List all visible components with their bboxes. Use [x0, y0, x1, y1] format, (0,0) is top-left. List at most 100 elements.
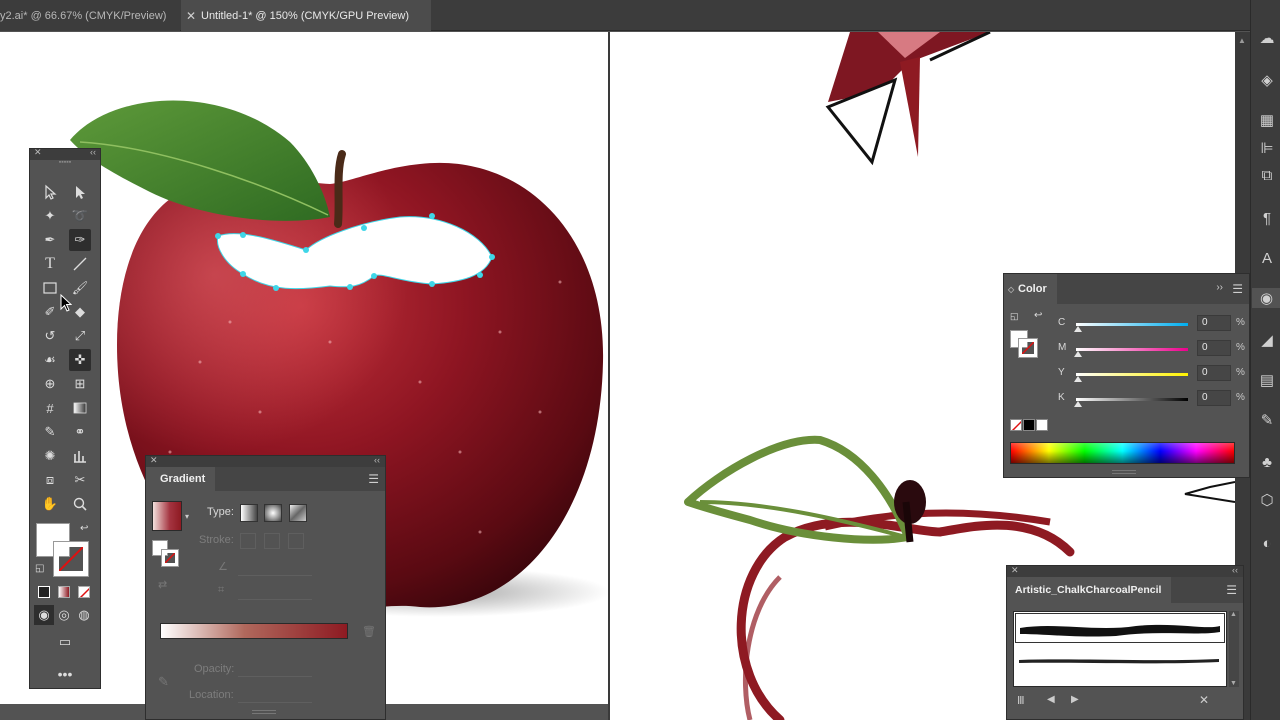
type-tool-icon[interactable]: T: [39, 253, 61, 275]
panel-menu-icon[interactable]: ☰: [368, 472, 379, 486]
chevron-down-icon[interactable]: ▼: [1230, 680, 1237, 687]
collapse-icon[interactable]: ‹‹: [1232, 565, 1238, 575]
edit-toolbar-icon[interactable]: •••: [54, 663, 76, 685]
mesh-tool-icon[interactable]: #: [39, 397, 61, 419]
symbols-icon[interactable]: ♣: [1257, 452, 1277, 472]
gradient-ramp[interactable]: [160, 623, 348, 639]
rotate-tool-icon[interactable]: ↺: [39, 325, 61, 347]
linear-gradient-button[interactable]: [240, 504, 258, 522]
perspective-grid-tool-icon[interactable]: ⊞: [69, 373, 91, 395]
rectangle-tool-icon[interactable]: [39, 277, 61, 299]
cyan-slider[interactable]: C 0 %: [1054, 315, 1249, 333]
magenta-track[interactable]: [1076, 348, 1188, 351]
radial-gradient-button[interactable]: [264, 504, 282, 522]
zoom-tool-icon[interactable]: [69, 493, 91, 515]
previous-library-icon[interactable]: ◀: [1047, 694, 1055, 705]
white-swatch[interactable]: [1036, 419, 1048, 431]
blend-tool-icon[interactable]: ⚭: [69, 421, 91, 443]
tab-gradient[interactable]: Gradient: [146, 467, 216, 491]
chevron-down-icon[interactable]: ▾: [185, 512, 189, 521]
tools-panel-header[interactable]: ✕ ‹‹: [30, 147, 100, 160]
cyan-value-input[interactable]: 0: [1197, 315, 1231, 331]
chevron-up-icon[interactable]: ▲: [1230, 611, 1237, 618]
brush-list-scrollbar[interactable]: ▲ ▼: [1229, 611, 1239, 687]
brush-panel-header[interactable]: ✕ ‹‹: [1007, 565, 1243, 577]
appearance-icon[interactable]: ◐: [1257, 533, 1277, 553]
none-swatch[interactable]: [1010, 419, 1022, 431]
paragraph-icon[interactable]: ¶: [1257, 208, 1277, 228]
curvature-tool-icon[interactable]: ✑: [69, 229, 91, 251]
black-track[interactable]: [1076, 398, 1188, 401]
yellow-track[interactable]: [1076, 373, 1188, 376]
draw-inside-icon[interactable]: ◍: [74, 605, 94, 625]
tab-color[interactable]: ◇ Color: [1004, 274, 1057, 304]
tab-untitled-1[interactable]: ✕ Untitled-1* @ 150% (CMYK/GPU Preview): [181, 0, 431, 31]
panel-menu-icon[interactable]: ☰: [1226, 583, 1237, 597]
scale-tool-icon[interactable]: ⤢: [69, 325, 91, 347]
freeform-gradient-button[interactable]: [289, 504, 307, 522]
resize-grip[interactable]: [252, 710, 276, 714]
puppet-warp-tool-icon[interactable]: ✜: [69, 349, 91, 371]
close-icon[interactable]: ✕: [150, 455, 158, 466]
swatches-icon[interactable]: ▤: [1257, 370, 1277, 390]
black-value-input[interactable]: 0: [1197, 390, 1231, 406]
swap-fill-stroke-icon[interactable]: ↩: [80, 523, 88, 534]
gradient-panel-header[interactable]: ✕ ‹‹: [146, 455, 385, 467]
slider-thumb[interactable]: [1074, 326, 1082, 332]
stroke-swatch[interactable]: [54, 542, 88, 576]
stroke-mini-swatch[interactable]: [162, 550, 178, 566]
expand-icon[interactable]: ◇: [1008, 285, 1014, 294]
lasso-tool-icon[interactable]: ➰: [69, 205, 91, 227]
slider-thumb[interactable]: [1074, 401, 1082, 407]
shape-builder-tool-icon[interactable]: ⊕: [39, 373, 61, 395]
3d-icon[interactable]: ⬡: [1257, 490, 1277, 510]
tools-grip[interactable]: ▪▪▪▪▪: [30, 159, 100, 168]
yellow-value-input[interactable]: 0: [1197, 365, 1231, 381]
black-swatch[interactable]: [1023, 419, 1035, 431]
close-icon[interactable]: ✕: [181, 9, 201, 23]
chevron-up-icon[interactable]: ▲: [1238, 36, 1246, 45]
paintbrush-tool-icon[interactable]: 🖌: [69, 277, 91, 299]
gradient-panel-icon[interactable]: ◢: [1257, 330, 1277, 350]
shaper-tool-icon[interactable]: ✐: [39, 301, 61, 323]
collapse-icon[interactable]: ››: [1216, 282, 1223, 293]
direct-selection-tool-icon[interactable]: [69, 181, 91, 203]
tab-brush-library[interactable]: Artistic_ChalkCharcoalPencil: [1007, 577, 1172, 603]
libraries-icon[interactable]: ☁: [1257, 28, 1277, 48]
gradient-thumbnail[interactable]: [152, 501, 182, 531]
tab-y2-document[interactable]: y2.ai* @ 66.67% (CMYK/Preview): [0, 0, 180, 31]
collapse-icon[interactable]: ‹‹: [374, 455, 380, 465]
brush-item[interactable]: [1015, 650, 1225, 672]
screen-mode-icon[interactable]: ▭: [54, 631, 76, 653]
hand-tool-icon[interactable]: ✋: [39, 493, 61, 515]
magic-wand-tool-icon[interactable]: ✦: [39, 205, 61, 227]
artboards-icon[interactable]: ▦: [1257, 110, 1277, 130]
yellow-slider[interactable]: Y 0 %: [1054, 365, 1249, 383]
close-icon[interactable]: ✕: [1011, 565, 1019, 576]
resize-grip[interactable]: [1112, 470, 1136, 474]
color-spectrum[interactable]: [1010, 442, 1235, 464]
warp-tool-icon[interactable]: ☙: [39, 349, 61, 371]
slice-tool-icon[interactable]: ✂: [69, 469, 91, 491]
next-library-icon[interactable]: ▶: [1071, 694, 1079, 705]
symbol-sprayer-tool-icon[interactable]: ✺: [39, 445, 61, 467]
graph-tool-icon[interactable]: [69, 445, 91, 467]
cyan-track[interactable]: [1076, 323, 1188, 326]
default-colors-icon[interactable]: ◱: [1010, 311, 1019, 322]
eraser-tool-icon[interactable]: ◆: [69, 301, 91, 323]
none-mode-icon[interactable]: [78, 586, 90, 598]
eyedropper-tool-icon[interactable]: ✎: [39, 421, 61, 443]
align-icon[interactable]: ⊫: [1257, 138, 1277, 158]
panel-menu-icon[interactable]: ☰: [1232, 282, 1243, 296]
magenta-value-input[interactable]: 0: [1197, 340, 1231, 356]
draw-normal-icon[interactable]: ◉: [34, 605, 54, 625]
stroke-color-swatch[interactable]: [1019, 339, 1037, 357]
slider-thumb[interactable]: [1074, 376, 1082, 382]
library-menu-icon[interactable]: Ⅲ: [1017, 694, 1025, 707]
line-tool-icon[interactable]: [69, 253, 91, 275]
pathfinder-icon[interactable]: ⧉: [1257, 165, 1277, 185]
slider-thumb[interactable]: [1074, 351, 1082, 357]
brush-list[interactable]: [1013, 611, 1227, 687]
collapse-icon[interactable]: ‹‹: [90, 147, 96, 157]
color-mode-icon[interactable]: [38, 586, 50, 598]
